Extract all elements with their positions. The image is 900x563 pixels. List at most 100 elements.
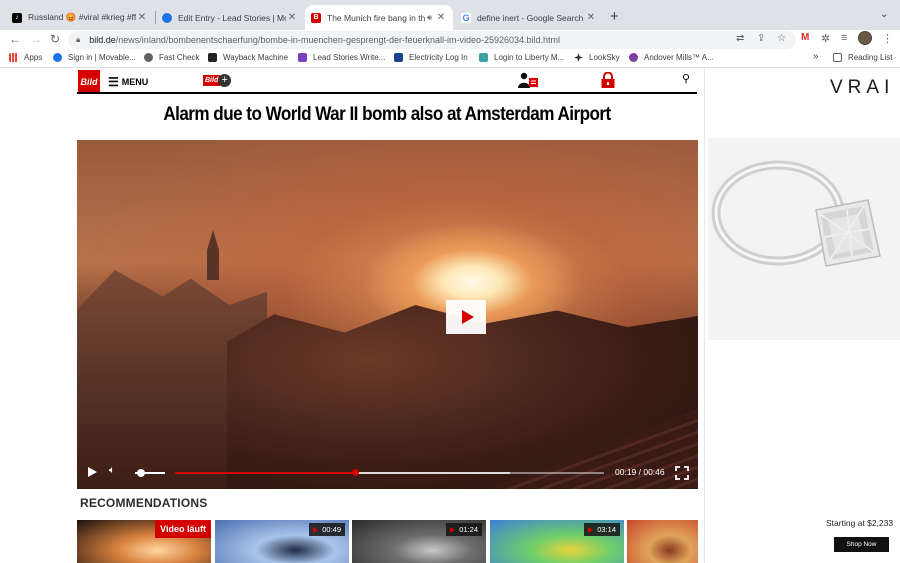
article-headline: Alarm due to World War II bomb also at A… xyxy=(163,104,611,125)
duration-badge: 01:24 xyxy=(446,523,482,536)
video-progress-bar[interactable] xyxy=(175,469,604,476)
bookmark-apps[interactable]: Apps xyxy=(9,53,42,62)
close-icon[interactable]: ✕ xyxy=(435,12,447,23)
tab-russland[interactable]: ♪ Russland 😡 #viral #krieg #ffoc ✕ xyxy=(6,5,154,30)
lock-icon: 🔒︎ xyxy=(76,35,81,44)
gmail-extension-icon[interactable]: M xyxy=(801,32,809,43)
bildplus-logo[interactable]: Bild + xyxy=(203,73,232,88)
globe-icon xyxy=(144,53,153,62)
extensions-puzzle-icon[interactable]: ✲ xyxy=(821,32,830,45)
plus-icon: + xyxy=(218,74,232,87)
volume-icon[interactable]: 🔈︎ xyxy=(109,465,115,476)
close-icon[interactable]: ✕ xyxy=(585,12,597,23)
bookmark-electricity[interactable]: Electricity Log In xyxy=(394,53,468,62)
menu-label: MENU xyxy=(121,77,149,87)
bookmark-label: Fast Check xyxy=(159,53,200,62)
control-play-icon[interactable] xyxy=(88,467,97,477)
bookmark-andover[interactable]: Andover Mills™ A... xyxy=(629,53,714,62)
bookmark-label: Sign in | Movable... xyxy=(68,53,136,62)
bookmarks-bar: Apps Sign in | Movable... Fast Check Way… xyxy=(0,50,900,68)
bookmark-movable[interactable]: Sign in | Movable... xyxy=(53,53,136,62)
bookmark-label: Electricity Log In xyxy=(409,53,468,62)
video-player[interactable]: 🔈︎ 00:19 / 00:46 xyxy=(77,140,698,489)
recommendations-heading: RECOMMENDATIONS xyxy=(80,496,208,510)
video-playing-badge: Video läuft xyxy=(155,520,211,538)
play-icon xyxy=(313,526,319,533)
ad-brand-logo[interactable]: VRAI xyxy=(830,77,894,99)
video-play-button[interactable] xyxy=(446,300,486,334)
bildplus-lock-icon[interactable] xyxy=(601,72,615,88)
bookmark-liberty[interactable]: Login to Liberty M... xyxy=(479,53,564,62)
reading-list-label: Reading List xyxy=(848,53,893,62)
duration-label: 01:24 xyxy=(459,525,478,534)
bookmark-label: Apps xyxy=(24,53,43,62)
bookmark-label: Login to Liberty M... xyxy=(494,53,565,62)
close-icon[interactable]: ✕ xyxy=(136,12,148,23)
star-icon xyxy=(574,53,583,62)
search-icon[interactable]: ⚲ xyxy=(682,72,690,85)
duration-label: 00:49 xyxy=(322,525,341,534)
forward-arrow-icon[interactable]: → xyxy=(30,32,42,46)
speaker-icon[interactable]: 🔊︎ xyxy=(427,13,432,23)
browser-toolbar: ← → ↻ 🔒︎ bild.de/news/inland/bombenentsc… xyxy=(0,30,900,50)
andover-icon xyxy=(629,53,638,62)
bookmark-fast-check[interactable]: Fast Check xyxy=(144,53,199,62)
video-progress-fill xyxy=(175,472,356,474)
bookmark-lead-stories[interactable]: Lead Stories Write... xyxy=(298,53,385,62)
fullscreen-icon[interactable] xyxy=(675,466,689,480)
reading-list-icon xyxy=(833,53,842,62)
tab-title: Russland 😡 #viral #krieg #ffoc xyxy=(28,12,136,22)
ad-ring-image[interactable] xyxy=(708,138,900,340)
user-account-icon[interactable] xyxy=(518,72,538,88)
reading-list-button[interactable]: Reading List xyxy=(833,53,892,62)
video-frame-tower xyxy=(207,230,219,280)
menu-button[interactable]: ☰ MENU xyxy=(108,75,148,89)
address-bar[interactable]: 🔒︎ bild.de/news/inland/bombenentschaerfu… xyxy=(68,31,796,49)
sidebar-divider xyxy=(704,68,705,563)
tab-munich-fire[interactable]: B The Munich fire bang in th 🔊︎ ✕ xyxy=(305,5,453,30)
duration-label: 03:14 xyxy=(597,525,616,534)
bild-icon: B xyxy=(311,12,321,23)
profile-avatar[interactable] xyxy=(858,31,872,45)
url-path: /news/inland/bombenentschaerfung/bombe-i… xyxy=(115,35,561,45)
recommendation-thumbnail[interactable]: 01:24 xyxy=(352,520,486,563)
duration-badge: 00:49 xyxy=(309,523,345,536)
web-page: Bild ☰ MENU Bild + ⚲ Alarm due to World … xyxy=(0,68,900,563)
electricity-icon xyxy=(394,53,403,62)
more-menu-icon[interactable]: ⋮ xyxy=(882,32,893,45)
bookmark-looksky[interactable]: LookSky xyxy=(574,53,620,62)
play-icon xyxy=(450,526,456,533)
media-controls-icon[interactable]: ≡ xyxy=(841,32,847,44)
recommendation-thumbnail[interactable]: Video läuft xyxy=(77,520,211,563)
tab-edit-entry[interactable]: Edit Entry - Lead Stories | Mov ✕ xyxy=(156,5,304,30)
movable-type-icon xyxy=(53,53,62,62)
header-divider xyxy=(77,92,697,94)
recommendation-thumbnail[interactable]: 03:14 xyxy=(490,520,624,563)
bookmark-label: Lead Stories Write... xyxy=(313,53,386,62)
share-icon[interactable]: ⇪ xyxy=(757,33,765,44)
translate-icon[interactable]: ⇄ xyxy=(736,33,744,44)
tab-google-search[interactable]: G define inert - Google Search ✕ xyxy=(455,5,603,30)
ring-illustration xyxy=(711,160,881,267)
ad-shop-now-button[interactable]: Shop Now xyxy=(834,537,889,552)
tiktok-icon: ♪ xyxy=(12,12,22,23)
new-tab-button[interactable]: + xyxy=(610,8,619,25)
ad-price-text: Starting at $2,233 xyxy=(826,518,894,528)
recommendation-thumbnail[interactable]: 00:49 xyxy=(215,520,349,563)
back-arrow-icon[interactable]: ← xyxy=(9,32,21,46)
volume-slider-knob[interactable] xyxy=(137,469,145,477)
apps-grid-icon xyxy=(9,53,18,62)
reload-icon[interactable]: ↻ xyxy=(50,32,60,46)
tab-search-chevron-icon[interactable]: ⌄ xyxy=(880,9,888,20)
bookmark-wayback[interactable]: Wayback Machine xyxy=(208,53,288,62)
bookmarks-overflow-chevron[interactable]: » xyxy=(813,51,819,62)
browser-tab-strip: ♪ Russland 😡 #viral #krieg #ffoc ✕ Edit … xyxy=(0,0,900,30)
bookmark-label: LookSky xyxy=(589,53,620,62)
play-icon xyxy=(588,526,594,533)
close-icon[interactable]: ✕ xyxy=(286,12,298,23)
bild-logo[interactable]: Bild xyxy=(78,70,100,94)
recommendation-thumbnail[interactable] xyxy=(627,520,698,563)
bookmark-star-icon[interactable]: ☆ xyxy=(777,33,786,44)
video-time-display: 00:19 / 00:46 xyxy=(615,467,665,477)
tab-title: The Munich fire bang in th xyxy=(327,12,426,23)
